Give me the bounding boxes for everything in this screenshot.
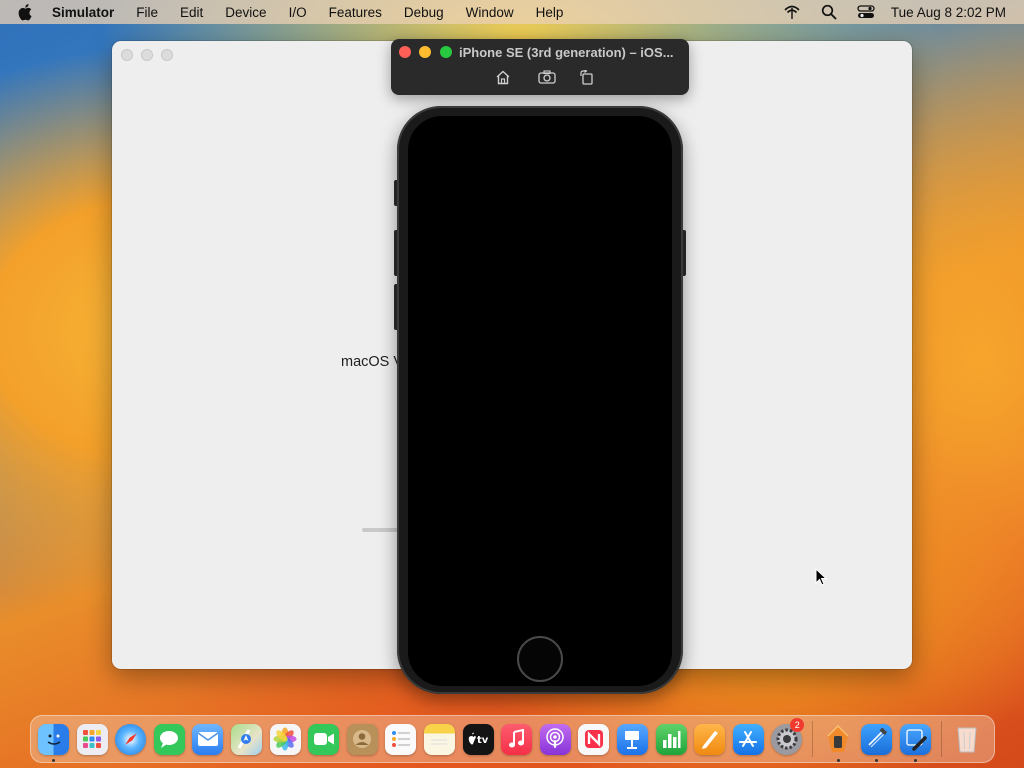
- dock-mail[interactable]: [190, 719, 225, 759]
- dock-photos[interactable]: [268, 719, 303, 759]
- dock-xcode-tool[interactable]: [898, 719, 933, 762]
- search-icon[interactable]: [811, 4, 847, 20]
- menu-debug[interactable]: Debug: [393, 5, 455, 20]
- dock-messages[interactable]: [152, 719, 187, 759]
- svg-text:tv: tv: [477, 735, 489, 746]
- dock-xcode[interactable]: [859, 719, 894, 762]
- dock-keynote[interactable]: [615, 719, 650, 759]
- wifi-disabled-icon[interactable]: [773, 4, 811, 20]
- minimize-button[interactable]: [419, 46, 431, 58]
- arrow-cursor-icon: [815, 567, 828, 591]
- home-icon[interactable]: [492, 68, 514, 86]
- pages-icon: [694, 723, 726, 755]
- dock-pages[interactable]: [692, 719, 727, 759]
- zoom-button[interactable]: [440, 46, 452, 58]
- menu-file[interactable]: File: [125, 5, 169, 20]
- xcode-icon: [861, 723, 893, 755]
- dock: tv 2: [30, 715, 995, 763]
- rotate-icon[interactable]: [576, 68, 598, 86]
- simulator-window-title: iPhone SE (3rd generation) – iOS...: [459, 45, 674, 60]
- numbers-icon: [655, 723, 687, 755]
- running-indicator: [52, 759, 55, 762]
- window-traffic-lights: [121, 49, 173, 61]
- menu-bar: Simulator File Edit Device I/O Features …: [0, 0, 1024, 24]
- dock-safari[interactable]: [113, 719, 148, 759]
- dock-separator: [940, 721, 942, 757]
- menu-device[interactable]: Device: [214, 5, 277, 20]
- dock-trash[interactable]: [950, 719, 985, 759]
- maps-icon: [230, 723, 262, 755]
- dock-music[interactable]: [499, 719, 534, 759]
- dock-notes[interactable]: [422, 719, 457, 759]
- inactive-zoom-button[interactable]: [161, 49, 173, 61]
- finder-icon: [38, 723, 69, 755]
- menu-window[interactable]: Window: [455, 5, 525, 20]
- menu-app-name[interactable]: Simulator: [52, 5, 125, 20]
- dock-contacts[interactable]: [345, 719, 380, 759]
- dock-app-store[interactable]: [731, 719, 766, 759]
- notes-icon: [423, 723, 455, 755]
- dock-launchpad[interactable]: [75, 719, 110, 759]
- podcasts-icon: [539, 723, 571, 755]
- menu-edit[interactable]: Edit: [169, 5, 214, 20]
- dock-separator: [811, 721, 813, 757]
- reminders-icon: [385, 723, 417, 755]
- dock-reminders[interactable]: [383, 719, 418, 759]
- photos-icon: [269, 723, 301, 755]
- background-window-text: macOS V: [341, 354, 404, 370]
- screenshot-icon[interactable]: [536, 68, 558, 86]
- dock-finder[interactable]: [36, 719, 71, 762]
- contacts-icon: [346, 723, 378, 755]
- music-icon: [501, 723, 533, 755]
- safari-icon: [115, 723, 147, 755]
- device-screen[interactable]: [408, 116, 672, 686]
- launchpad-icon: [76, 723, 108, 755]
- dock-tv[interactable]: tv: [461, 719, 496, 759]
- running-indicator: [875, 759, 879, 762]
- inactive-minimize-button[interactable]: [141, 49, 153, 61]
- menu-io[interactable]: I/O: [278, 5, 318, 20]
- dock-numbers[interactable]: [654, 719, 689, 759]
- dock-news[interactable]: [576, 719, 611, 759]
- running-indicator: [836, 759, 840, 762]
- running-indicator: [914, 759, 918, 762]
- app-store-icon: [732, 723, 764, 755]
- dock-podcasts[interactable]: [538, 719, 573, 759]
- facetime-icon: [308, 723, 340, 755]
- dock-maps[interactable]: [229, 719, 264, 759]
- iphone-device-frame: [397, 106, 683, 694]
- xcode-tool-icon: [900, 723, 932, 755]
- mail-icon: [192, 723, 224, 755]
- inactive-close-button[interactable]: [121, 49, 133, 61]
- simulator-icon: [823, 724, 854, 755]
- trash-icon: [952, 724, 983, 755]
- dock-facetime[interactable]: [306, 719, 341, 759]
- simulator-titlebar: iPhone SE (3rd generation) – iOS...: [391, 39, 689, 95]
- keynote-icon: [616, 723, 648, 755]
- apple-menu-icon[interactable]: [0, 3, 52, 21]
- notification-badge: 2: [790, 718, 805, 732]
- close-button[interactable]: [399, 46, 411, 58]
- menu-help[interactable]: Help: [525, 5, 575, 20]
- dock-system-settings[interactable]: 2: [769, 718, 805, 759]
- tv-icon: tv: [462, 723, 494, 755]
- control-center-icon[interactable]: [847, 5, 885, 19]
- menu-features[interactable]: Features: [318, 5, 393, 20]
- device-home-button[interactable]: [517, 636, 563, 682]
- messages-icon: [153, 723, 185, 755]
- menu-clock[interactable]: Tue Aug 8 2:02 PM: [885, 5, 1006, 20]
- news-icon: [578, 723, 610, 755]
- dock-simulator[interactable]: [821, 719, 856, 762]
